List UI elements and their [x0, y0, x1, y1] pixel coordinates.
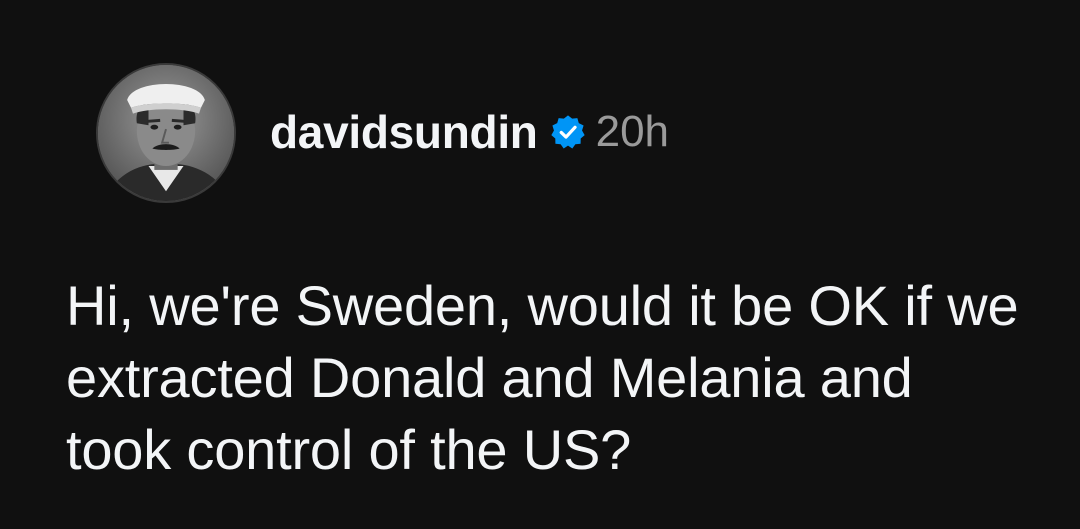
profile-photo-avatar: [98, 65, 234, 201]
post-card: davidsundin 20h Hi, we're Sweden, would …: [0, 0, 1080, 529]
post-text: Hi, we're Sweden, would it be OK if we e…: [66, 274, 1019, 481]
avatar[interactable]: [96, 63, 236, 203]
username-link[interactable]: davidsundin: [270, 105, 538, 159]
post-timestamp: 20h: [595, 107, 670, 156]
post-header: davidsundin 20h: [270, 104, 669, 160]
verified-badge-icon: [550, 114, 586, 150]
